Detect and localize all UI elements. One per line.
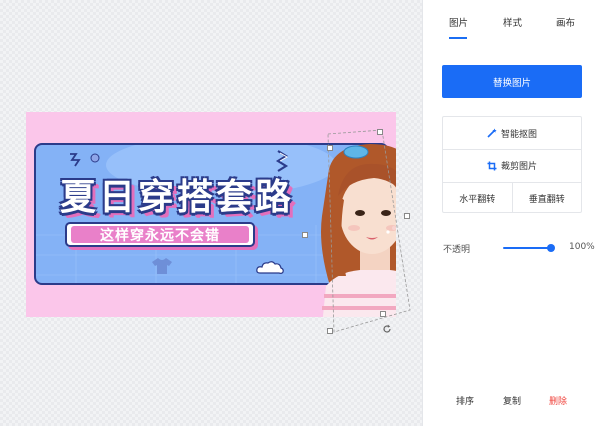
banner-subtitle-pill[interactable]: 这样穿永远不会错	[65, 222, 255, 247]
shirt-icon	[152, 258, 172, 274]
panel-tabs: 图片 样式 画布	[423, 0, 600, 40]
active-tab-indicator	[449, 37, 467, 39]
tab-style[interactable]: 样式	[503, 15, 522, 29]
resize-handle-right[interactable]	[404, 213, 410, 219]
banner-subtitle: 这样穿永远不会错	[71, 226, 249, 244]
opacity-label: 不透明	[443, 245, 471, 255]
resize-handle-bottom-right[interactable]	[380, 311, 386, 317]
opacity-control: 不透明 100%	[443, 241, 595, 255]
resize-handle-top[interactable]	[377, 129, 383, 135]
tab-canvas[interactable]: 画布	[556, 15, 575, 29]
opacity-value: 100%	[569, 242, 595, 252]
cloud-icon	[256, 261, 284, 274]
smart-cutout-button[interactable]: 智能抠图	[443, 117, 581, 149]
tab-image[interactable]: 图片	[449, 15, 468, 29]
ball-icon	[90, 153, 100, 163]
magic-wand-icon	[487, 128, 497, 138]
resize-handle-bottom-left[interactable]	[327, 328, 333, 334]
resize-handle-top-left[interactable]	[327, 145, 333, 151]
squiggle-icon	[70, 153, 81, 167]
opacity-slider-track[interactable]	[503, 247, 551, 249]
element-actions: 排序 复制 删除	[423, 394, 600, 408]
flip-horizontal-button[interactable]: 水平翻转	[443, 183, 512, 213]
crop-icon	[487, 161, 497, 171]
resize-handle-left[interactable]	[302, 232, 308, 238]
crop-image-button[interactable]: 裁剪图片	[443, 149, 581, 181]
properties-panel: 图片 样式 画布 替换图片 智能抠图 裁剪图片 水平翻转 垂直翻转 不透明 10…	[422, 0, 600, 426]
rotate-handle-icon[interactable]	[382, 324, 392, 334]
crop-image-label: 裁剪图片	[500, 162, 537, 172]
editor-canvas[interactable]: 夏日穿搭套路 这样穿永远不会错	[0, 0, 422, 426]
copy-button[interactable]: 复制	[503, 394, 521, 407]
flip-vertical-button[interactable]: 垂直翻转	[511, 183, 582, 213]
replace-image-button[interactable]: 替换图片	[442, 65, 582, 98]
opacity-slider-thumb[interactable]	[547, 244, 555, 252]
delete-button[interactable]: 删除	[549, 394, 567, 407]
image-tools: 智能抠图 裁剪图片 水平翻转 垂直翻转	[442, 116, 582, 213]
smart-cutout-label: 智能抠图	[500, 129, 537, 140]
order-button[interactable]: 排序	[456, 394, 474, 407]
banner-title[interactable]: 夏日穿搭套路	[60, 168, 294, 220]
flip-controls: 水平翻转 垂直翻转	[443, 182, 581, 213]
